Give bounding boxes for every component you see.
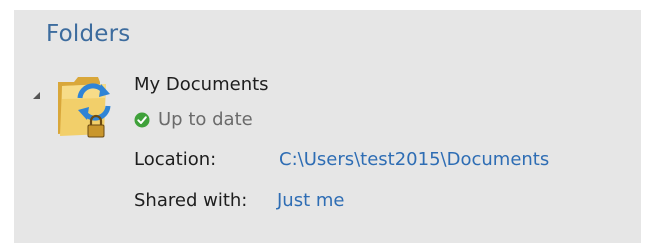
folder-name[interactable]: My Documents bbox=[134, 74, 269, 95]
checkmark-circle-icon bbox=[134, 112, 150, 128]
shared-with-link[interactable]: Just me bbox=[277, 190, 344, 211]
section-title: Folders bbox=[46, 21, 131, 47]
shared-folder-sync-lock-icon[interactable] bbox=[54, 68, 116, 140]
collapse-triangle-icon[interactable] bbox=[33, 92, 40, 99]
folders-panel: Folders My Documents Up to date Location… bbox=[14, 10, 641, 243]
sync-status-text: Up to date bbox=[158, 109, 253, 130]
location-label: Location: bbox=[134, 149, 217, 170]
shared-with-label: Shared with: bbox=[134, 190, 248, 211]
location-link[interactable]: C:\Users\test2015\Documents bbox=[279, 149, 549, 170]
